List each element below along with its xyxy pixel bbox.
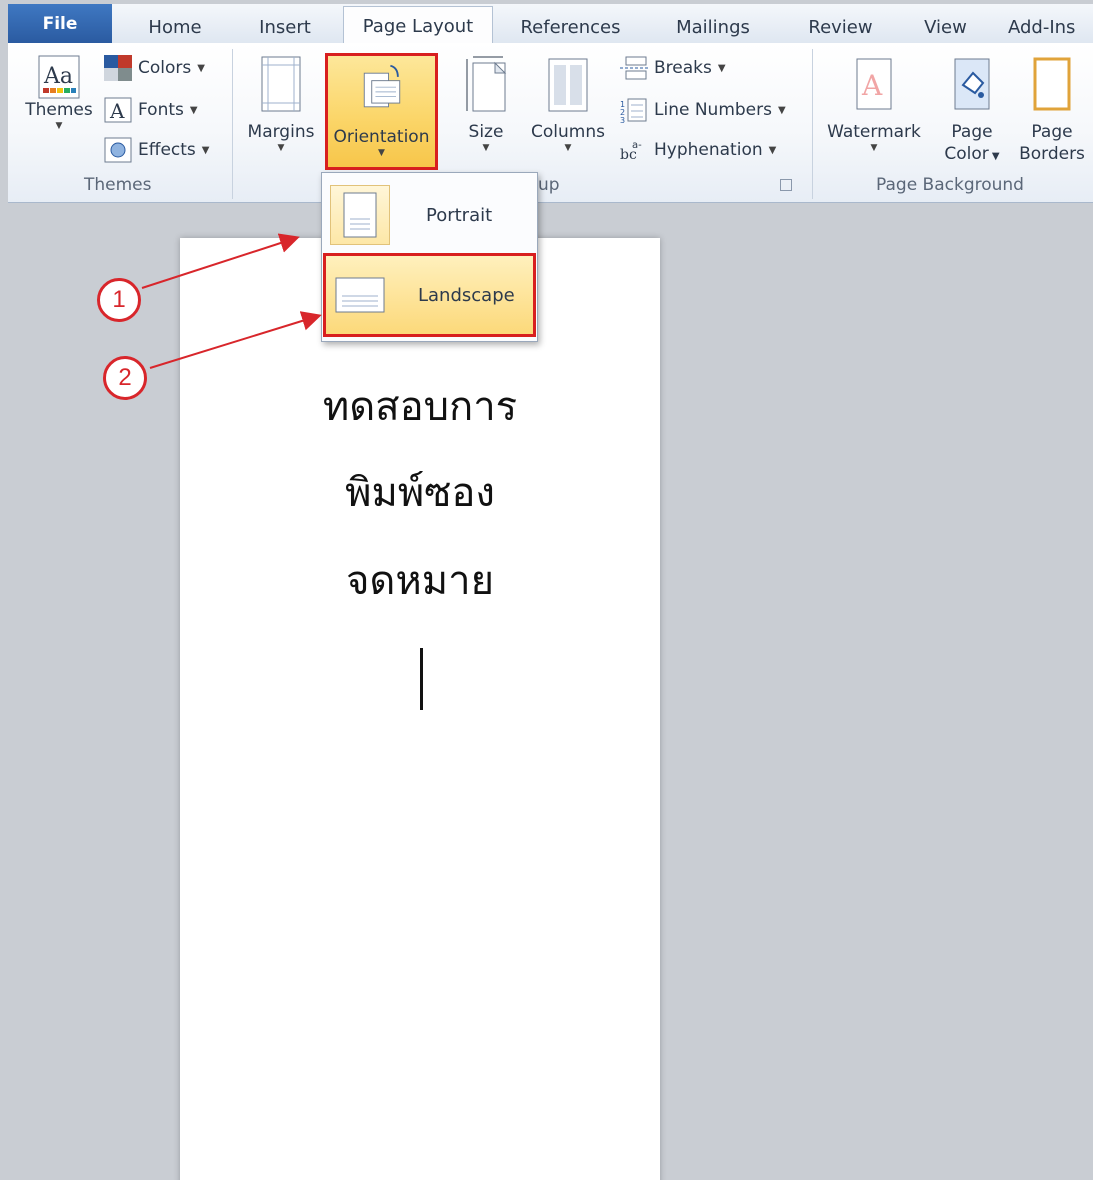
page-color-label-line2: Color ▼: [944, 144, 1000, 164]
chevron-down-icon: ▼: [564, 143, 572, 153]
document-line-2: พิมพ์ซอง: [345, 470, 495, 516]
menu-item-portrait[interactable]: Portrait: [326, 177, 535, 253]
text-cursor: [420, 648, 423, 710]
paint-bucket-icon: [954, 58, 990, 110]
effects-icon: [104, 137, 132, 163]
margins-icon: [261, 56, 301, 112]
landscape-page-icon: [330, 265, 390, 325]
themes-icon: Aa: [38, 55, 80, 99]
ribbon-tab-bar: File Home Insert Page Layout References …: [8, 4, 1093, 45]
line-numbers-icon: 123: [620, 98, 647, 123]
colors-button[interactable]: Colors ▼: [104, 55, 205, 81]
size-label: Size: [468, 122, 504, 142]
chevron-down-icon: ▼: [201, 144, 210, 156]
fonts-label: Fonts: [138, 100, 184, 120]
margins-button[interactable]: Margins ▼: [242, 55, 320, 153]
svg-text:a-: a-: [632, 140, 642, 151]
tab-home[interactable]: Home: [120, 10, 230, 44]
size-button[interactable]: Size ▼: [456, 55, 516, 153]
watermark-icon: A: [856, 58, 892, 110]
group-divider: [232, 49, 233, 199]
tab-view[interactable]: View: [898, 10, 993, 44]
chevron-down-icon: ▼: [378, 148, 385, 158]
breaks-icon: [620, 56, 648, 80]
orientation-button[interactable]: Orientation ▼: [325, 53, 438, 170]
page-borders-label-line1: Page: [1031, 122, 1073, 142]
portrait-label: Portrait: [426, 204, 493, 226]
size-icon: [466, 56, 507, 112]
orientation-menu: Portrait Landscape: [321, 172, 538, 342]
breaks-button[interactable]: Breaks ▼: [620, 55, 726, 81]
page-borders-icon: [1033, 57, 1071, 111]
hyphenation-label: Hyphenation: [654, 140, 763, 160]
breaks-label: Breaks: [654, 58, 712, 78]
page-color-label-line1: Page: [951, 122, 993, 142]
page-setup-group-label: up: [538, 175, 560, 195]
orientation-label: Orientation: [333, 127, 430, 147]
callout-step-2: 2: [103, 356, 147, 400]
chevron-down-icon: ▼: [277, 143, 285, 153]
tab-mailings[interactable]: Mailings: [648, 10, 778, 44]
group-divider: [812, 49, 813, 199]
tab-add-ins[interactable]: Add-Ins: [1008, 10, 1093, 44]
chevron-down-icon: ▼: [55, 121, 63, 131]
svg-text:A: A: [109, 99, 125, 123]
callout-step-1: 1: [97, 278, 141, 322]
chevron-down-icon: ▼: [197, 62, 205, 74]
chevron-down-icon: ▼: [189, 104, 198, 116]
tab-file[interactable]: File: [8, 4, 112, 44]
menu-item-landscape[interactable]: Landscape: [323, 253, 536, 337]
margins-label: Margins: [247, 122, 315, 142]
fonts-icon: A: [104, 97, 132, 123]
tab-review[interactable]: Review: [788, 10, 893, 44]
columns-button[interactable]: Columns ▼: [528, 55, 608, 153]
tab-page-layout[interactable]: Page Layout: [343, 6, 493, 45]
page-borders-button[interactable]: Page Borders: [1012, 55, 1092, 165]
fonts-button[interactable]: A Fonts ▼: [104, 97, 198, 123]
tab-insert[interactable]: Insert: [230, 10, 340, 44]
document-line-1: ทดสอบการ: [322, 384, 518, 430]
columns-icon: [548, 58, 588, 112]
svg-text:Aa: Aa: [43, 64, 73, 89]
svg-text:3: 3: [620, 116, 625, 123]
chevron-down-icon: ▼: [482, 143, 490, 153]
document-page[interactable]: ทดสอบการ พิมพ์ซอง จดหมาย: [180, 238, 660, 1180]
effects-label: Effects: [138, 140, 196, 160]
document-line-3: จดหมาย: [345, 558, 495, 604]
themes-label: Themes: [25, 100, 93, 120]
dialog-launcher-icon[interactable]: [780, 179, 792, 191]
effects-button[interactable]: Effects ▼: [104, 137, 210, 163]
chevron-down-icon: ▼: [768, 144, 777, 156]
watermark-button[interactable]: A Watermark ▼: [820, 55, 928, 153]
hyphenation-icon: bc a-: [620, 140, 642, 163]
chevron-down-icon: ▼: [717, 62, 726, 74]
page-background-group-label: Page Background: [876, 175, 1024, 195]
colors-icon: [104, 55, 132, 81]
themes-group-label: Themes: [84, 175, 152, 195]
line-numbers-button[interactable]: 123 Line Numbers ▼: [620, 97, 786, 123]
page-color-button[interactable]: Page Color ▼: [932, 55, 1012, 168]
portrait-page-icon: [330, 185, 390, 245]
chevron-down-icon: ▼: [870, 143, 878, 153]
columns-label: Columns: [531, 122, 605, 142]
chevron-down-icon: ▼: [777, 104, 786, 116]
themes-button[interactable]: Aa Themes ▼: [16, 55, 102, 131]
orientation-icon: [363, 64, 400, 108]
colors-label: Colors: [138, 58, 192, 78]
hyphenation-button[interactable]: bc a- Hyphenation ▼: [620, 137, 776, 163]
svg-text:A: A: [861, 69, 883, 102]
tab-references[interactable]: References: [498, 10, 643, 44]
line-numbers-label: Line Numbers: [654, 100, 772, 120]
watermark-label: Watermark: [827, 122, 921, 142]
landscape-label: Landscape: [418, 284, 515, 306]
page-borders-label-line2: Borders: [1019, 144, 1085, 164]
ribbon: Aa Themes ▼ Colors ▼ A Fonts ▼ Effects ▼…: [8, 43, 1093, 203]
